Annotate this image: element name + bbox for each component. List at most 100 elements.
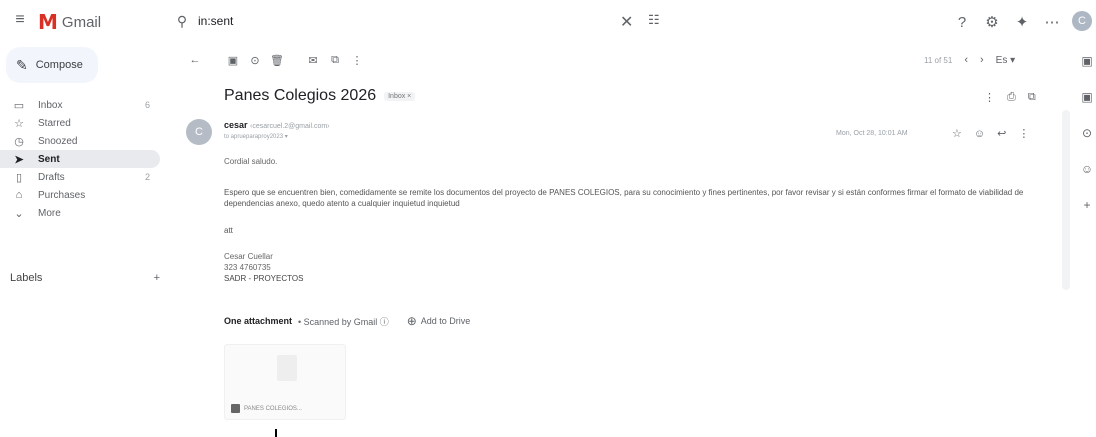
sidebar-item-purchases[interactable]: ⌂ Purchases	[0, 186, 160, 204]
gmail-logo-text: Gmail	[61, 13, 102, 31]
clear-search-icon[interactable]: ✕	[620, 12, 633, 32]
recipient-details[interactable]: to aprueparaproy2023 ▾	[224, 133, 288, 140]
sidebar-item-label: More	[38, 207, 61, 219]
labels-section: Labels +	[10, 272, 160, 284]
message-actions: ☆ ☺ ↩ ⋮	[952, 127, 1029, 141]
previous-icon[interactable]: ‹	[964, 54, 968, 66]
sidebar-item-inbox[interactable]: ▭ Inbox 6	[0, 96, 160, 114]
open-new-window-icon[interactable]: ⧉	[1028, 91, 1036, 104]
inbox-icon: ▭	[13, 99, 25, 112]
star-icon: ☆	[14, 117, 24, 130]
labels-heading: Labels	[10, 272, 43, 284]
sidebar-item-label: Sent	[38, 153, 60, 165]
sender-avatar[interactable]: C	[186, 119, 212, 145]
next-icon[interactable]: ›	[980, 54, 984, 66]
search-bar: ⚲ ✕ ☷	[172, 8, 672, 34]
account-avatar[interactable]: C	[1072, 11, 1092, 31]
sidebar-item-label: Starred	[38, 117, 71, 129]
email-paragraph: Espero que se encuentren bien, comedidam…	[224, 188, 1024, 208]
message-toolbar: ← ▣ ⊙ 🗑 ✉ ⧉ ⋮	[184, 52, 368, 68]
archive-icon[interactable]: ▣	[222, 52, 244, 68]
email-subject: Panes Colegios 2026	[224, 87, 377, 104]
contacts-icon[interactable]: ☺	[1081, 162, 1093, 176]
sidebar-item-label: Purchases	[38, 189, 86, 201]
add-to-drive-label: Add to Drive	[420, 316, 471, 326]
gmail-logo[interactable]: M Gmail	[38, 10, 101, 34]
reply-icon[interactable]: ↩	[997, 127, 1006, 140]
chevron-down-icon: ⌄	[14, 207, 24, 220]
sidebar-item-sent[interactable]: ➤ Sent	[0, 150, 160, 168]
send-icon: ➤	[14, 153, 24, 166]
back-icon[interactable]: ←	[184, 52, 206, 68]
attachment-file: PANES COLEGIOS...	[231, 404, 302, 413]
print-icon[interactable]: ⎙	[1007, 91, 1016, 104]
search-options-icon[interactable]: ☷	[648, 12, 660, 28]
add-to-drive-button[interactable]: ⊕ Add to Drive	[407, 314, 471, 328]
email-greeting: Cordial saludo.	[224, 157, 278, 166]
drive-add-icon: ⊕	[406, 314, 417, 328]
sidebar-item-label: Drafts	[38, 171, 65, 183]
emoji-reaction-icon[interactable]: ☺	[974, 127, 985, 140]
sidebar-item-starred[interactable]: ☆ Starred	[0, 114, 160, 132]
sender-line: cesar ‹cesarcuel.2@gmail.com›	[224, 120, 330, 130]
mark-unread-icon[interactable]: ✉	[302, 52, 324, 68]
add-addon-icon[interactable]: +	[1083, 198, 1090, 212]
delete-icon[interactable]: 🗑	[266, 52, 288, 68]
document-preview	[277, 355, 297, 381]
sender-name: cesar	[224, 120, 248, 130]
attachment-filename: PANES COLEGIOS...	[244, 405, 302, 412]
main-menu-icon[interactable]: ≡	[10, 11, 30, 28]
sidebar-item-label: Inbox	[38, 99, 63, 111]
keep-icon[interactable]: ▣	[1081, 90, 1092, 104]
pencil-icon: ✎	[16, 56, 28, 73]
star-icon[interactable]: ☆	[952, 127, 962, 140]
sidebar-item-drafts[interactable]: ▯ Drafts 2	[0, 168, 160, 186]
sidebar-item-snoozed[interactable]: ◷ Snoozed	[0, 132, 160, 150]
pdf-icon	[231, 404, 240, 413]
move-to-icon[interactable]: ⧉	[324, 52, 346, 68]
email-date: Mon, Oct 28, 10:01 AM	[836, 130, 908, 137]
subject-actions: ⋮ ⎙ ⧉	[984, 91, 1036, 104]
inbox-label-chip[interactable]: Inbox ×	[384, 91, 416, 101]
scanned-by-gmail: • Scanned by Gmail ⓘ	[298, 316, 389, 327]
sidebar-item-label: Snoozed	[38, 135, 78, 147]
email-closing: att	[224, 226, 233, 235]
settings-icon[interactable]: ⚙	[982, 12, 1002, 32]
gmail-logo-mark: M	[38, 10, 58, 34]
apps-icon[interactable]: ⋯	[1042, 12, 1062, 32]
signature-phone: 323 4760735	[224, 263, 271, 272]
email-subject-row: Panes Colegios 2026 Inbox ×	[224, 87, 416, 105]
unread-count: 6	[144, 100, 150, 110]
signature-department: SADR - PROYECTOS	[224, 274, 304, 283]
header-actions: ? ⚙ ✦ ⋯	[952, 12, 1062, 32]
scrollbar[interactable]	[1062, 110, 1070, 290]
signature-name: Cesar Cuellar	[224, 252, 273, 261]
email-signature: Cesar Cuellar 323 4760735 SADR - PROYECT…	[224, 251, 303, 284]
help-icon[interactable]: ?	[952, 12, 972, 32]
search-icon[interactable]: ⚲	[172, 13, 192, 30]
attachments-header: One attachment • Scanned by Gmail ⓘ ⊕ Ad…	[224, 314, 470, 328]
search-input[interactable]	[196, 13, 600, 29]
clock-icon: ◷	[14, 135, 24, 148]
add-label-icon[interactable]: +	[154, 272, 160, 284]
sidebar-nav: ▭ Inbox 6 ☆ Starred ◷ Snoozed ➤ Sent ▯ D…	[0, 96, 160, 222]
bag-icon: ⌂	[15, 189, 23, 201]
sidebar-item-more[interactable]: ⌄ More	[0, 204, 160, 222]
gemini-icon[interactable]: ✦	[1012, 12, 1032, 32]
draft-icon: ▯	[15, 171, 23, 184]
expand-all-icon[interactable]: ⋮	[984, 91, 995, 104]
page-position: 11 of 51	[924, 55, 953, 65]
tasks-icon[interactable]: ⊙	[1082, 126, 1092, 140]
report-spam-icon[interactable]: ⊙	[244, 52, 266, 68]
sender-email: ‹cesarcuel.2@gmail.com›	[250, 123, 330, 130]
more-options-icon[interactable]: ⋮	[346, 52, 368, 68]
input-language-selector[interactable]: Es ▾	[996, 55, 1015, 66]
compose-label: Compose	[35, 59, 83, 71]
pagination: 11 of 51 ‹ › Es ▾	[924, 54, 1015, 66]
attachments-heading: One attachment	[224, 316, 293, 326]
draft-count: 2	[144, 172, 150, 182]
attachment-thumbnail[interactable]: PANES COLEGIOS...	[224, 344, 346, 420]
calendar-icon[interactable]: ▣	[1081, 54, 1092, 68]
more-options-icon[interactable]: ⋮	[1018, 127, 1029, 140]
compose-button[interactable]: ✎ Compose	[6, 47, 98, 83]
